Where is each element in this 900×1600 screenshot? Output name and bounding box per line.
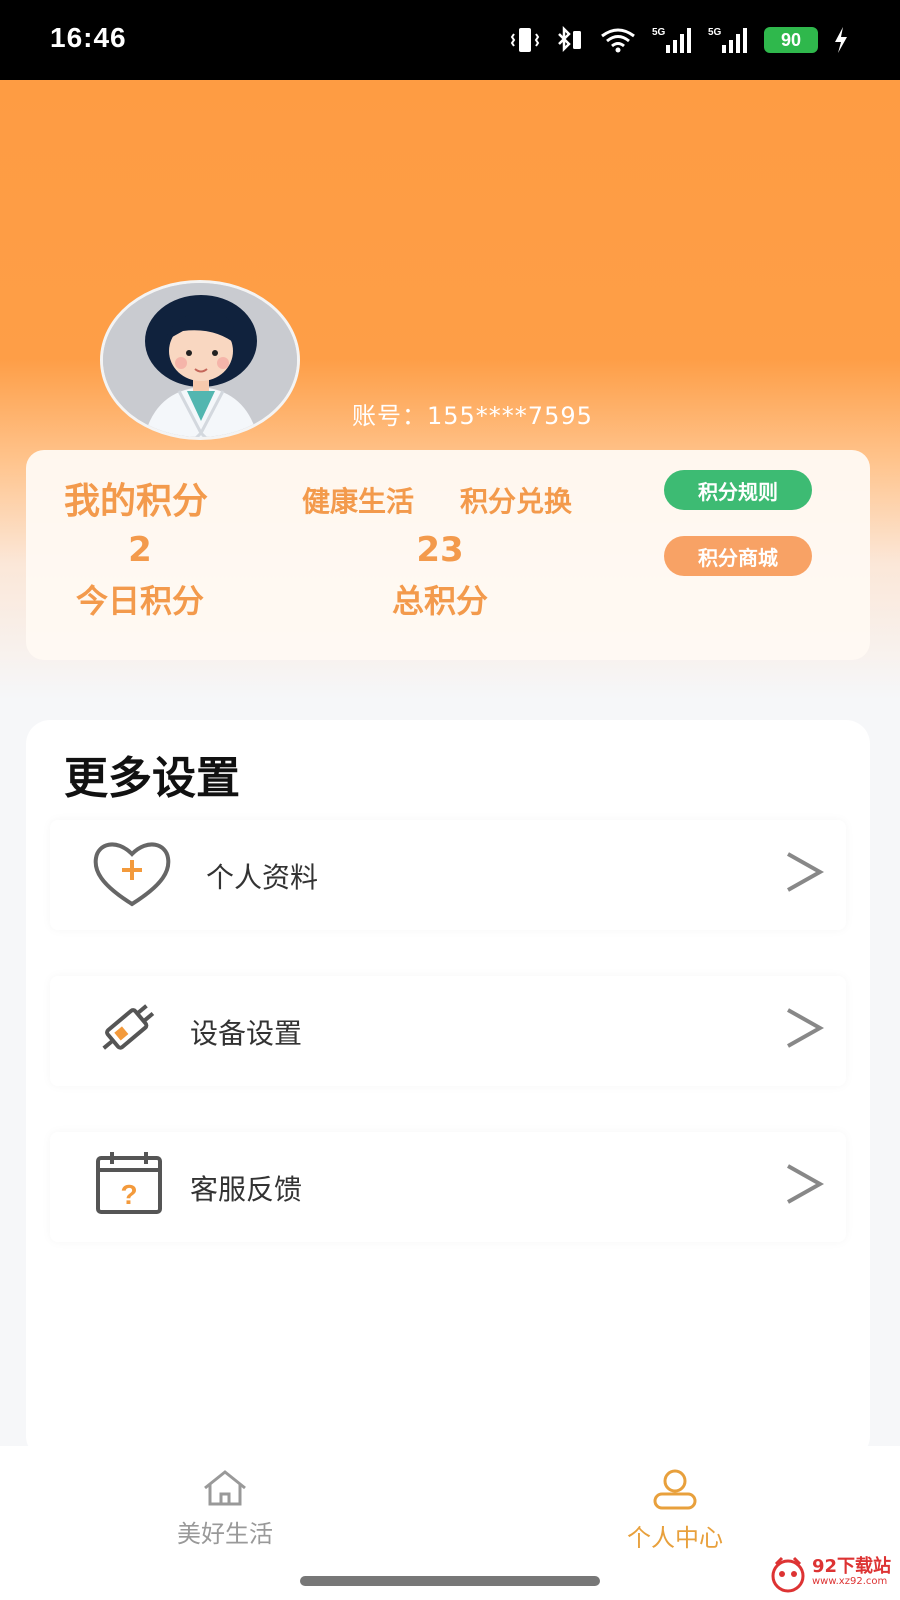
avatar[interactable] <box>100 280 300 440</box>
watermark-logo-icon <box>771 1556 805 1593</box>
points-title: 我的积分 <box>64 481 209 522</box>
svg-text:?: ? <box>120 1179 137 1210</box>
nav-label: 个人中心 <box>627 1524 723 1552</box>
svg-text:5G: 5G <box>652 27 666 38</box>
status-bar: 16:46 5G 5G 90 <box>0 0 900 80</box>
status-time: 16:46 <box>50 22 127 53</box>
settings-title: 更多设置 <box>64 753 240 804</box>
device-plug-icon <box>102 1004 155 1050</box>
home-icon <box>204 1470 246 1506</box>
battery-indicator: 90 <box>764 27 818 53</box>
nav-label: 美好生活 <box>177 1520 273 1548</box>
points-mall-button[interactable]: 积分商城 <box>664 536 812 576</box>
health-life-link[interactable]: 健康生活 <box>302 480 414 520</box>
setting-item-label: 设备设置 <box>190 1017 303 1050</box>
nav-item-profile[interactable]: 个人中心 <box>575 1468 775 1553</box>
setting-item-label: 个人资料 <box>206 861 319 894</box>
status-icons: 5G 5G 90 <box>510 24 850 56</box>
today-points-label: 今日积分 <box>75 582 204 620</box>
watermark: 92下载站 www.xz92.com <box>768 1552 898 1596</box>
account-number: 账号：155****7595 <box>352 402 593 430</box>
heart-plus-icon <box>93 842 171 907</box>
signal-5g-icon: 5G <box>652 27 691 53</box>
nav-item-home[interactable]: 美好生活 <box>125 1468 325 1549</box>
home-indicator <box>300 1576 600 1586</box>
settings-card: 更多设置 个人资料 设备设置 ? 客服反馈 <box>26 720 870 1460</box>
points-card: 我的积分 健康生活 积分兑换 积分规则 积分商城 2 今日积分 23 总积分 <box>26 450 870 660</box>
user-icon <box>653 1469 697 1510</box>
signal-5g-icon: 5G <box>708 27 747 53</box>
total-points-label: 总积分 <box>391 582 488 620</box>
points-rules-button[interactable]: 积分规则 <box>664 470 812 510</box>
svg-text:5G: 5G <box>708 27 722 38</box>
setting-item-device[interactable]: 设备设置 <box>50 976 846 1086</box>
chevron-right-icon <box>787 852 824 892</box>
vibrate-icon <box>510 28 540 52</box>
chevron-right-icon <box>787 1008 824 1048</box>
bluetooth-icon <box>558 26 581 53</box>
doctor-avatar-image <box>103 283 297 437</box>
setting-item-profile[interactable]: 个人资料 <box>50 820 846 930</box>
total-points-value: 23 <box>416 530 464 570</box>
setting-item-feedback[interactable]: ? 客服反馈 <box>50 1132 846 1242</box>
setting-item-label: 客服反馈 <box>190 1173 303 1206</box>
points-exchange-link[interactable]: 积分兑换 <box>460 480 572 520</box>
watermark-text: 92下载站 <box>812 1556 892 1577</box>
wifi-icon <box>601 28 635 53</box>
today-points-value: 2 <box>128 530 152 570</box>
chevron-right-icon <box>787 1164 824 1204</box>
charging-icon <box>835 27 847 53</box>
watermark-url: www.xz92.com <box>812 1576 888 1587</box>
calendar-question-icon: ? <box>96 1152 162 1214</box>
